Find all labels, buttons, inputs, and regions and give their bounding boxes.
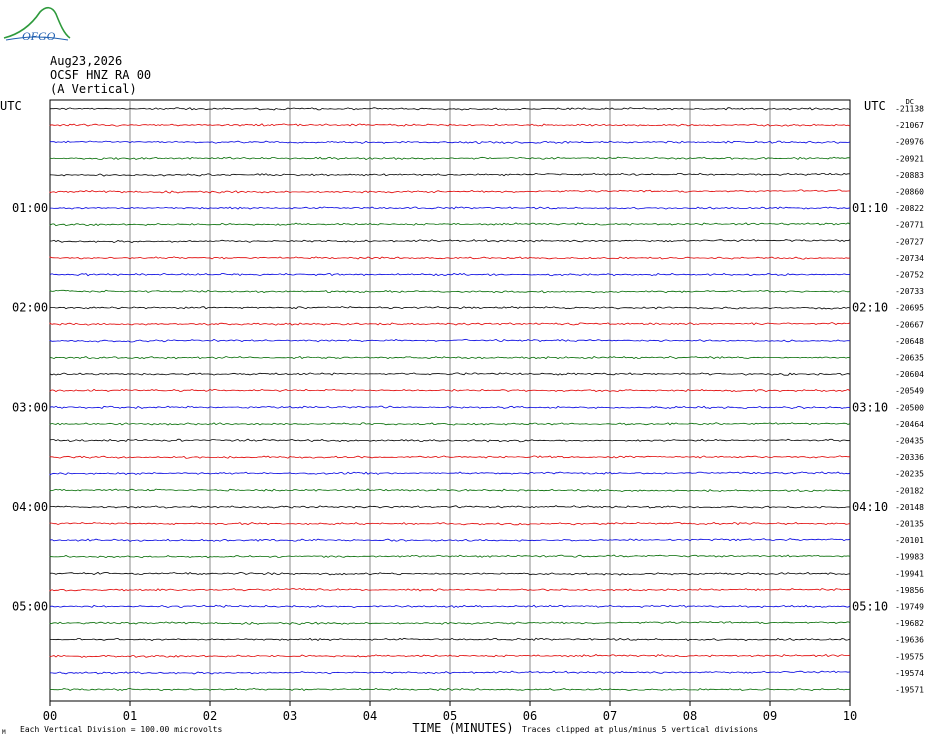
left-time-label: 05:00	[12, 600, 48, 614]
dc-offset-label: -20182	[895, 486, 924, 495]
dc-offset-label: -20135	[895, 520, 924, 529]
dc-offset-label: -20235	[895, 470, 924, 479]
dc-offset-label: -20771	[895, 221, 924, 230]
left-time-label: 03:00	[12, 400, 48, 414]
dc-offset-label: -20727	[895, 237, 924, 246]
x-axis-label: TIME (MINUTES)	[412, 721, 513, 735]
dc-offset-label: -20101	[895, 536, 924, 545]
footer-scale-note: Each Vertical Division = 100.00 microvol…	[20, 725, 222, 734]
right-time-label: 04:10	[852, 500, 888, 514]
dc-offset-label: -20976	[895, 138, 924, 147]
dc-offset-label: -19856	[895, 586, 924, 595]
footer-mark: M	[2, 729, 6, 736]
dc-offset-label: -20733	[895, 287, 924, 296]
dc-offset-label: -20648	[895, 337, 924, 346]
x-tick-label: 06	[523, 709, 537, 723]
dc-offset-label: -20860	[895, 188, 924, 197]
x-tick-label: 07	[603, 709, 617, 723]
dc-offset-label: -20667	[895, 320, 924, 329]
dc-offset-label: -19682	[895, 619, 924, 628]
dc-offset-label: -20695	[895, 304, 924, 313]
dc-offset-label: -20734	[895, 254, 924, 263]
x-tick-label: 10	[843, 709, 857, 723]
dc-offset-label: -20604	[895, 370, 924, 379]
dc-offset-label: -20883	[895, 171, 924, 180]
dc-offset-label: -21067	[895, 121, 924, 130]
dc-offset-label: -19574	[895, 669, 924, 678]
dc-offset-label: -20336	[895, 453, 924, 462]
x-tick-label: 02	[203, 709, 217, 723]
x-tick-label: 00	[43, 709, 57, 723]
x-tick-label: 03	[283, 709, 297, 723]
dc-offset-label: -20921	[895, 154, 924, 163]
dc-offset-label: -19636	[895, 636, 924, 645]
x-tick-label: 04	[363, 709, 377, 723]
dc-offset-label: -19983	[895, 553, 924, 562]
helicorder-plot: -21138-21067-20976-20921-20883-20860-208…	[0, 98, 924, 736]
dc-offset-label: -19575	[895, 652, 924, 661]
dc-offset-label: -20500	[895, 403, 924, 412]
dc-offset-label: -20635	[895, 354, 924, 363]
x-tick-label: 08	[683, 709, 697, 723]
dc-offset-label: -20464	[895, 420, 924, 429]
dc-offset-label: -19571	[895, 686, 924, 695]
right-time-label: 02:10	[852, 301, 888, 315]
right-utc-header: UTC	[864, 99, 886, 113]
left-time-label: 04:00	[12, 500, 48, 514]
dc-offset-label: -20822	[895, 204, 924, 213]
dc-offset-label: -20435	[895, 437, 924, 446]
x-tick-label: 01	[123, 709, 137, 723]
dc-offset-label: -19749	[895, 603, 924, 612]
left-utc-header: UTC	[0, 99, 22, 113]
right-time-label: 01:10	[852, 201, 888, 215]
left-time-label: 02:00	[12, 301, 48, 315]
dc-offset-label: -19941	[895, 569, 924, 578]
left-time-label: 01:00	[12, 201, 48, 215]
dc-offset-label: -20148	[895, 503, 924, 512]
dc-header: DC	[906, 98, 914, 106]
right-time-label: 05:10	[852, 600, 888, 614]
dc-offset-label: -20549	[895, 387, 924, 396]
footer-clip-note: Traces clipped at plus/minus 5 vertical …	[522, 725, 758, 734]
dc-offset-label: -20752	[895, 271, 924, 280]
x-tick-label: 09	[763, 709, 777, 723]
right-time-label: 03:10	[852, 400, 888, 414]
